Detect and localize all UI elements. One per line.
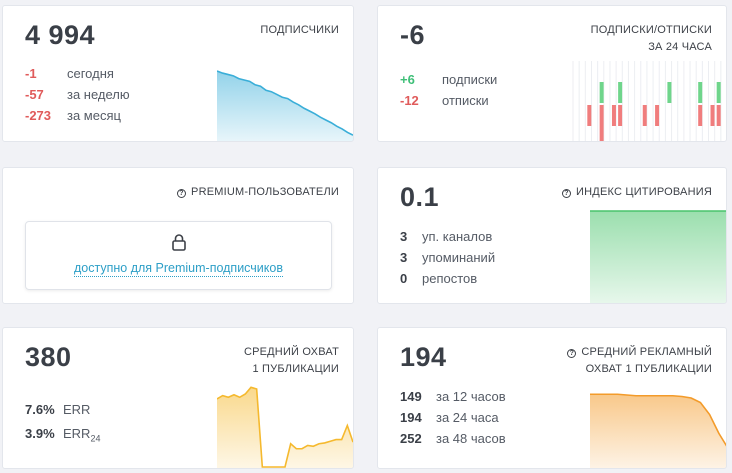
subscribers-card[interactable]: 4 994 ПОДПИСЧИКИ -1 сегодня -57 за неделю … <box>2 5 354 142</box>
stat-row: 0 репостов <box>400 271 478 286</box>
info-icon[interactable]: ? <box>562 189 572 198</box>
unsubscribe-bar <box>587 105 592 126</box>
info-icon[interactable]: ? <box>177 189 187 198</box>
unsubscribe-bar <box>710 105 715 126</box>
stat-row: 3 уп. каналов <box>400 229 493 244</box>
stat-row: 3 упоминаний <box>400 250 496 265</box>
stat-row: -12 отписки <box>400 93 489 108</box>
subscribers-sparkline <box>217 70 353 141</box>
stat-row: 194 за 24 часа <box>400 410 499 425</box>
avg-ad-reach-sparkline <box>590 393 726 468</box>
unsubscribe-bar <box>655 105 660 126</box>
subscribers-count: 4 994 <box>25 20 96 50</box>
stat-row: 252 за 48 часов <box>400 431 506 446</box>
avg-reach-sparkline <box>217 386 353 468</box>
citation-index-card[interactable]: 0.1 ? ИНДЕКС ЦИТИРОВАНИЯ 3 уп. каналов 3 уп… <box>377 167 727 304</box>
unsubscribe-bar <box>618 105 623 126</box>
unsubscribe-bar <box>599 105 604 141</box>
subscribe-bar <box>599 82 604 103</box>
avg-ad-reach-card[interactable]: 194 ? СРЕДНИЙ РЕКЛАМНЫЙ ОХВАТ 1 ПУБЛИКАЦИИ… <box>377 327 727 469</box>
unsubscribe-bar <box>642 105 647 126</box>
citation-area-chart <box>590 210 726 303</box>
subscribe-bar <box>698 82 703 103</box>
lock-icon <box>172 234 186 251</box>
citation-index-title: ? ИНДЕКС ЦИТИРОВАНИЯ <box>562 184 712 201</box>
unsubscribe-bar <box>611 105 616 126</box>
citation-trend-area <box>590 211 726 303</box>
premium-users-card: ? PREMIUM-ПОЛЬЗОВАТЕЛИ доступно для Premi… <box>2 167 354 304</box>
stat-row: 7.6% ERR <box>25 402 91 417</box>
info-icon[interactable]: ? <box>567 349 577 358</box>
avg-ad-reach-value: 194 <box>400 342 447 372</box>
subscribe-bar <box>716 82 721 103</box>
avg-ad-reach-trend-area <box>590 394 726 468</box>
stat-row: +6 подписки <box>400 72 498 87</box>
subs-unsubs-title: ПОДПИСКИ/ОТПИСКИ ЗА 24 ЧАСА <box>590 24 712 53</box>
premium-lock-box[interactable]: доступно для Premium-подписчиков <box>25 221 332 290</box>
unsubscribe-bar <box>716 105 721 126</box>
stat-row: 3.9% ERR24 <box>25 426 101 444</box>
unsubscribe-bar <box>698 105 703 126</box>
subscribe-bar <box>618 82 623 103</box>
subscribers-trend-area <box>217 71 353 141</box>
avg-reach-card[interactable]: 380 СРЕДНИЙ ОХВАТ 1 ПУБЛИКАЦИИ 7.6% ERR 3.… <box>2 327 354 469</box>
avg-ad-reach-title: ? СРЕДНИЙ РЕКЛАМНЫЙ ОХВАТ 1 ПУБЛИКАЦИИ <box>567 344 712 378</box>
stat-row: -1 сегодня <box>25 66 114 81</box>
avg-reach-trend-area <box>217 387 353 468</box>
stat-row: 149 за 12 часов <box>400 389 506 404</box>
avg-reach-value: 380 <box>25 342 72 372</box>
premium-subscribe-link[interactable]: доступно для Premium-подписчиков <box>73 261 283 277</box>
stat-row: -57 за неделю <box>25 87 130 102</box>
premium-users-title: ? PREMIUM-ПОЛЬЗОВАТЕЛИ <box>177 184 339 201</box>
subscribers-title: ПОДПИСЧИКИ <box>260 24 339 36</box>
subs-unsubs-count: -6 <box>400 20 426 50</box>
avg-reach-title: СРЕДНИЙ ОХВАТ 1 ПУБЛИКАЦИИ <box>243 346 339 375</box>
citation-index-value: 0.1 <box>400 182 440 212</box>
subscribe-bar <box>667 82 672 103</box>
subs-unsubs-card[interactable]: -6 ПОДПИСКИ/ОТПИСКИ ЗА 24 ЧАСА +6 подписки… <box>377 5 727 142</box>
subs-unsubs-bar-chart <box>572 61 722 141</box>
stat-row: -273 за месяц <box>25 108 121 123</box>
